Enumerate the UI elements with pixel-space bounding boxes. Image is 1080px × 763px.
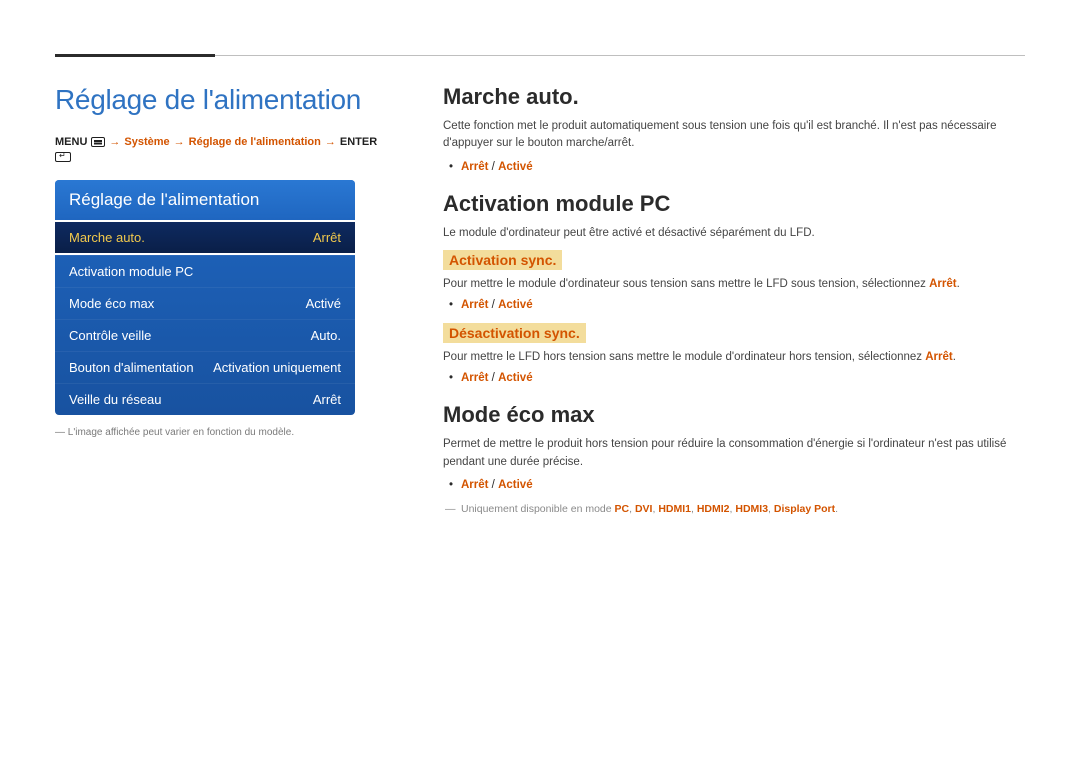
subsection-body: Pour mettre le LFD hors tension sans met… xyxy=(443,349,1025,366)
option-bullet: Arrêt / Activé xyxy=(461,479,1025,491)
active-tab-indicator xyxy=(55,54,215,57)
option-on: Activé xyxy=(498,479,533,491)
breadcrumb-enter: ENTER xyxy=(340,136,377,148)
section-activation-pc: Activation module PC Le module d'ordinat… xyxy=(443,191,1025,385)
option-bullet: Arrêt / Activé xyxy=(461,299,1025,311)
enter-icon xyxy=(55,152,71,162)
option-on: Activé xyxy=(498,161,533,173)
panel-row-label: Marche auto. xyxy=(69,230,145,245)
menu-icon xyxy=(91,137,105,147)
panel-row-eco-max[interactable]: Mode éco max Activé xyxy=(55,287,355,319)
panel-row-marche-auto[interactable]: Marche auto. Arrêt xyxy=(55,220,355,255)
section-body: Permet de mettre le produit hors tension… xyxy=(443,436,1025,471)
section-title: Marche auto. xyxy=(443,84,1025,110)
panel-row-value: Activation uniquement xyxy=(213,360,341,375)
settings-panel: Réglage de l'alimentation Marche auto. A… xyxy=(55,180,355,415)
panel-row-label: Mode éco max xyxy=(69,296,154,311)
panel-row-controle-veille[interactable]: Contrôle veille Auto. xyxy=(55,319,355,351)
panel-row-activation-pc[interactable]: Activation module PC xyxy=(55,255,355,287)
breadcrumb-system: Système xyxy=(124,136,169,148)
tab-bar xyxy=(55,55,1025,56)
section-eco-max: Mode éco max Permet de mettre le produit… xyxy=(443,402,1025,515)
panel-row-bouton-alim[interactable]: Bouton d'alimentation Activation uniquem… xyxy=(55,351,355,383)
subsection-activation-sync: Activation sync. Pour mettre le module d… xyxy=(443,250,1025,311)
option-on: Activé xyxy=(498,299,533,311)
arrow-icon: → xyxy=(174,136,185,148)
breadcrumb-menu: MENU xyxy=(55,136,87,148)
subsection-title: Désactivation sync. xyxy=(443,323,586,343)
option-off: Arrêt xyxy=(461,372,488,384)
section-body: Le module d'ordinateur peut être activé … xyxy=(443,225,1025,242)
option-bullet: Arrêt / Activé xyxy=(461,161,1025,173)
panel-row-label: Bouton d'alimentation xyxy=(69,360,194,375)
option-on: Activé xyxy=(498,372,533,384)
image-vary-footnote: L'image affichée peut varier en fonction… xyxy=(55,427,395,438)
panel-row-value: Auto. xyxy=(311,328,341,343)
option-off: Arrêt xyxy=(461,161,488,173)
panel-row-value: Activé xyxy=(306,296,341,311)
panel-row-veille-reseau[interactable]: Veille du réseau Arrêt xyxy=(55,383,355,415)
subsection-body: Pour mettre le module d'ordinateur sous … xyxy=(443,276,1025,293)
panel-row-label: Veille du réseau xyxy=(69,392,162,407)
breadcrumb-setting: Réglage de l'alimentation xyxy=(189,136,321,148)
subsection-desactivation-sync: Désactivation sync. Pour mettre le LFD h… xyxy=(443,323,1025,384)
section-marche-auto: Marche auto. Cette fonction met le produ… xyxy=(443,84,1025,173)
panel-row-label: Activation module PC xyxy=(69,264,193,279)
section-title: Activation module PC xyxy=(443,191,1025,217)
arrow-icon: → xyxy=(325,136,336,148)
panel-title: Réglage de l'alimentation xyxy=(55,180,355,220)
arrow-icon: → xyxy=(109,136,120,148)
page-title: Réglage de l'alimentation xyxy=(55,84,395,116)
panel-row-value: Arrêt xyxy=(313,230,341,245)
subsection-title: Activation sync. xyxy=(443,250,562,270)
breadcrumb: MENU → Système → Réglage de l'alimentati… xyxy=(55,136,395,162)
section-title: Mode éco max xyxy=(443,402,1025,428)
option-off: Arrêt xyxy=(461,479,488,491)
option-off: Arrêt xyxy=(461,299,488,311)
panel-row-value: Arrêt xyxy=(313,392,341,407)
section-body: Cette fonction met le produit automatiqu… xyxy=(443,118,1025,153)
availability-note: Uniquement disponible en mode PC, DVI, H… xyxy=(461,503,1025,515)
option-bullet: Arrêt / Activé xyxy=(461,372,1025,384)
panel-row-label: Contrôle veille xyxy=(69,328,151,343)
